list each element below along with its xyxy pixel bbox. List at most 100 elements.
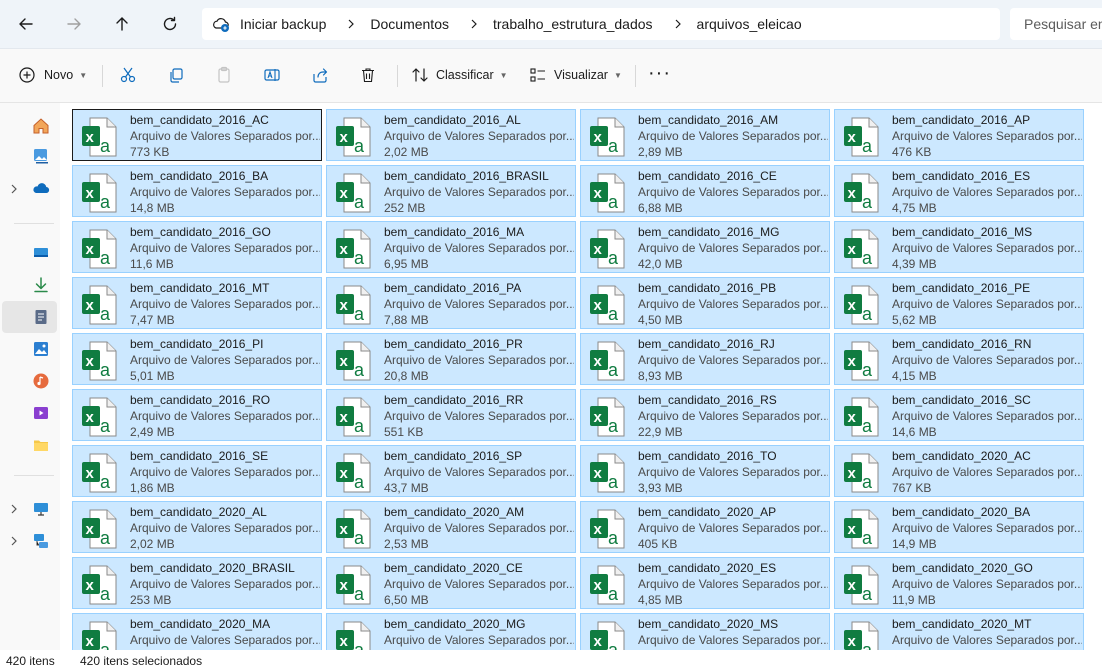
file-tile[interactable]: a x bem_candidato_2016_GO Arquivo de Valore… (72, 221, 322, 273)
file-tile[interactable]: a x bem_candidato_2016_MA Arquivo de Valore… (326, 221, 576, 273)
file-tile[interactable]: a x bem_candidato_2016_PE Arquivo de Valore… (834, 277, 1084, 329)
paste-button[interactable] (215, 61, 233, 89)
view-button[interactable]: Visualizar ▼ (529, 61, 622, 89)
back-button[interactable] (10, 8, 42, 40)
file-tile[interactable]: a x bem_candidato_2016_PB Arquivo de Valore… (580, 277, 830, 329)
file-tile[interactable]: a x bem_candidato_2016_RS Arquivo de Valore… (580, 389, 830, 441)
sidebar-item-home[interactable] (28, 113, 54, 139)
refresh-button[interactable] (154, 8, 186, 40)
file-tile[interactable]: a x bem_candidato_2016_RN Arquivo de Valore… (834, 333, 1084, 385)
chevron-down-icon: ▼ (79, 70, 88, 80)
file-tile[interactable]: a x bem_candidato_2016_RR Arquivo de Valore… (326, 389, 576, 441)
sidebar-item-pictures[interactable] (28, 336, 54, 362)
breadcrumb-item-documentos[interactable]: Documentos (366, 16, 453, 32)
file-name: bem_candidato_2020_AC (892, 449, 1031, 463)
chevron-right-icon[interactable] (8, 535, 20, 547)
file-tile[interactable]: a x bem_candidato_2016_PI Arquivo de Valore… (72, 333, 322, 385)
rename-button[interactable] (263, 61, 281, 89)
file-tile[interactable]: a x bem_candidato_2016_MT Arquivo de Valore… (72, 277, 322, 329)
file-type: Arquivo de Valores Separados por... (892, 297, 1082, 311)
file-tile[interactable]: a x bem_candidato_2016_RO Arquivo de Valore… (72, 389, 322, 441)
file-tile[interactable]: a x bem_candidato_2016_BRASIL Arquivo de Va… (326, 165, 576, 217)
file-tile[interactable]: a x bem_candidato_2020_CE Arquivo de Valore… (326, 557, 576, 609)
svg-text:a: a (354, 248, 365, 268)
sidebar-item-network[interactable] (28, 528, 54, 554)
file-type: Arquivo de Valores Separados por... (130, 129, 320, 143)
file-tile[interactable]: a x bem_candidato_2016_TO Arquivo de Valore… (580, 445, 830, 497)
sidebar-item-videos[interactable] (28, 400, 54, 426)
file-tile[interactable]: a x bem_candidato_2016_AM Arquivo de Valore… (580, 109, 830, 161)
sidebar-item-onedrive[interactable] (28, 176, 54, 202)
copy-button[interactable] (167, 61, 185, 89)
file-tile[interactable]: a x bem_candidato_2016_AL Arquivo de Valore… (326, 109, 576, 161)
file-tile[interactable]: a x bem_candidato_2016_MG Arquivo de Valore… (580, 221, 830, 273)
sidebar-item-music[interactable] (28, 368, 54, 394)
svg-text:x: x (594, 409, 603, 426)
file-details: bem_candidato_2016_PE Arquivo de Valores … (892, 280, 1082, 328)
breadcrumb-item-backup[interactable]: Iniciar backup (236, 16, 330, 32)
file-tile[interactable]: a x bem_candidato_2016_RJ Arquivo de Valore… (580, 333, 830, 385)
breadcrumb[interactable]: Iniciar backup Documentos trabalho_estru… (202, 8, 1000, 40)
file-tile[interactable]: a x bem_candidato_2020_MG Arquivo de Valore… (326, 613, 576, 650)
chevron-right-icon[interactable] (459, 19, 489, 29)
file-tile[interactable]: a x bem_candidato_2020_AL Arquivo de Valore… (72, 501, 322, 553)
file-details: bem_candidato_2016_RR Arquivo de Valores … (384, 392, 574, 440)
svg-text:x: x (86, 353, 95, 370)
file-name: bem_candidato_2016_PR (384, 337, 523, 351)
excel-csv-file-icon: ax (334, 284, 376, 326)
sidebar-item-this-pc[interactable] (28, 496, 54, 522)
file-tile[interactable]: a x bem_candidato_2020_AM Arquivo de Valore… (326, 501, 576, 553)
file-tile[interactable]: a x bem_candidato_2016_SP Arquivo de Valore… (326, 445, 576, 497)
sidebar-item-folder[interactable] (28, 432, 54, 458)
file-tile[interactable]: a x bem_candidato_2016_AC Arquivo de Valore… (72, 109, 322, 161)
file-type: Arquivo de Valores Separados por... (638, 409, 828, 423)
cut-button[interactable] (119, 61, 137, 89)
file-tile[interactable]: a x bem_candidato_2020_GO Arquivo de Valore… (834, 557, 1084, 609)
delete-button[interactable] (359, 61, 377, 89)
file-tile[interactable]: a x bem_candidato_2020_BA Arquivo de Valore… (834, 501, 1084, 553)
file-tile[interactable]: a x bem_candidato_2020_MS Arquivo de Valore… (580, 613, 830, 650)
breadcrumb-item-arquivos[interactable]: arquivos_eleicao (693, 16, 806, 32)
svg-text:a: a (608, 528, 619, 548)
sort-button[interactable]: Classificar ▼ (411, 61, 508, 89)
file-tile[interactable]: a x bem_candidato_2016_CE Arquivo de Valore… (580, 165, 830, 217)
file-tile[interactable]: a x bem_candidato_2016_SE Arquivo de Valore… (72, 445, 322, 497)
chevron-right-icon[interactable] (8, 183, 20, 195)
file-size: 252 MB (384, 201, 426, 215)
sidebar-item-documents[interactable] (28, 304, 54, 330)
more-options-icon[interactable]: ··· (648, 59, 671, 87)
sidebar-item-gallery[interactable] (28, 143, 54, 169)
file-tile[interactable]: a x bem_candidato_2016_BA Arquivo de Valore… (72, 165, 322, 217)
svg-text:a: a (354, 360, 365, 380)
file-tile[interactable]: a x bem_candidato_2016_ES Arquivo de Valore… (834, 165, 1084, 217)
file-tile[interactable]: a x bem_candidato_2016_PA Arquivo de Valore… (326, 277, 576, 329)
file-tile[interactable]: a x bem_candidato_2020_ES Arquivo de Valore… (580, 557, 830, 609)
svg-text:a: a (354, 584, 365, 604)
file-tile[interactable]: a x bem_candidato_2020_AP Arquivo de Valore… (580, 501, 830, 553)
forward-button[interactable] (58, 8, 90, 40)
new-button[interactable]: Novo ▼ (18, 61, 87, 89)
file-tile[interactable]: a x bem_candidato_2020_BRASIL Arquivo de Va… (72, 557, 322, 609)
file-tile[interactable]: a x bem_candidato_2020_MT Arquivo de Valore… (834, 613, 1084, 650)
file-tile[interactable]: a x bem_candidato_2016_MS Arquivo de Valore… (834, 221, 1084, 273)
search-input[interactable]: Pesquisar em (1010, 8, 1102, 40)
file-tile[interactable]: a x bem_candidato_2020_MA Arquivo de Valore… (72, 613, 322, 650)
chevron-right-icon[interactable] (336, 19, 366, 29)
chevron-right-icon[interactable] (663, 19, 693, 29)
file-tile[interactable]: a x bem_candidato_2016_SC Arquivo de Valore… (834, 389, 1084, 441)
breadcrumb-item-trabalho[interactable]: trabalho_estrutura_dados (489, 16, 657, 32)
folder-icon (34, 440, 48, 451)
sidebar-item-downloads[interactable] (28, 272, 54, 298)
chevron-right-icon[interactable] (8, 503, 20, 515)
excel-csv-file-icon: ax (334, 452, 376, 494)
file-tile[interactable]: a x bem_candidato_2016_AP Arquivo de Valore… (834, 109, 1084, 161)
up-button[interactable] (106, 8, 138, 40)
svg-text:x: x (340, 241, 349, 258)
file-tile[interactable]: a x bem_candidato_2016_PR Arquivo de Valore… (326, 333, 576, 385)
share-button[interactable] (311, 61, 329, 89)
file-name: bem_candidato_2020_GO (892, 561, 1033, 575)
svg-text:a: a (608, 192, 619, 212)
file-tile[interactable]: a x bem_candidato_2020_AC Arquivo de Valore… (834, 445, 1084, 497)
sidebar-item-desktop[interactable] (28, 240, 54, 266)
svg-text:a: a (100, 192, 111, 212)
